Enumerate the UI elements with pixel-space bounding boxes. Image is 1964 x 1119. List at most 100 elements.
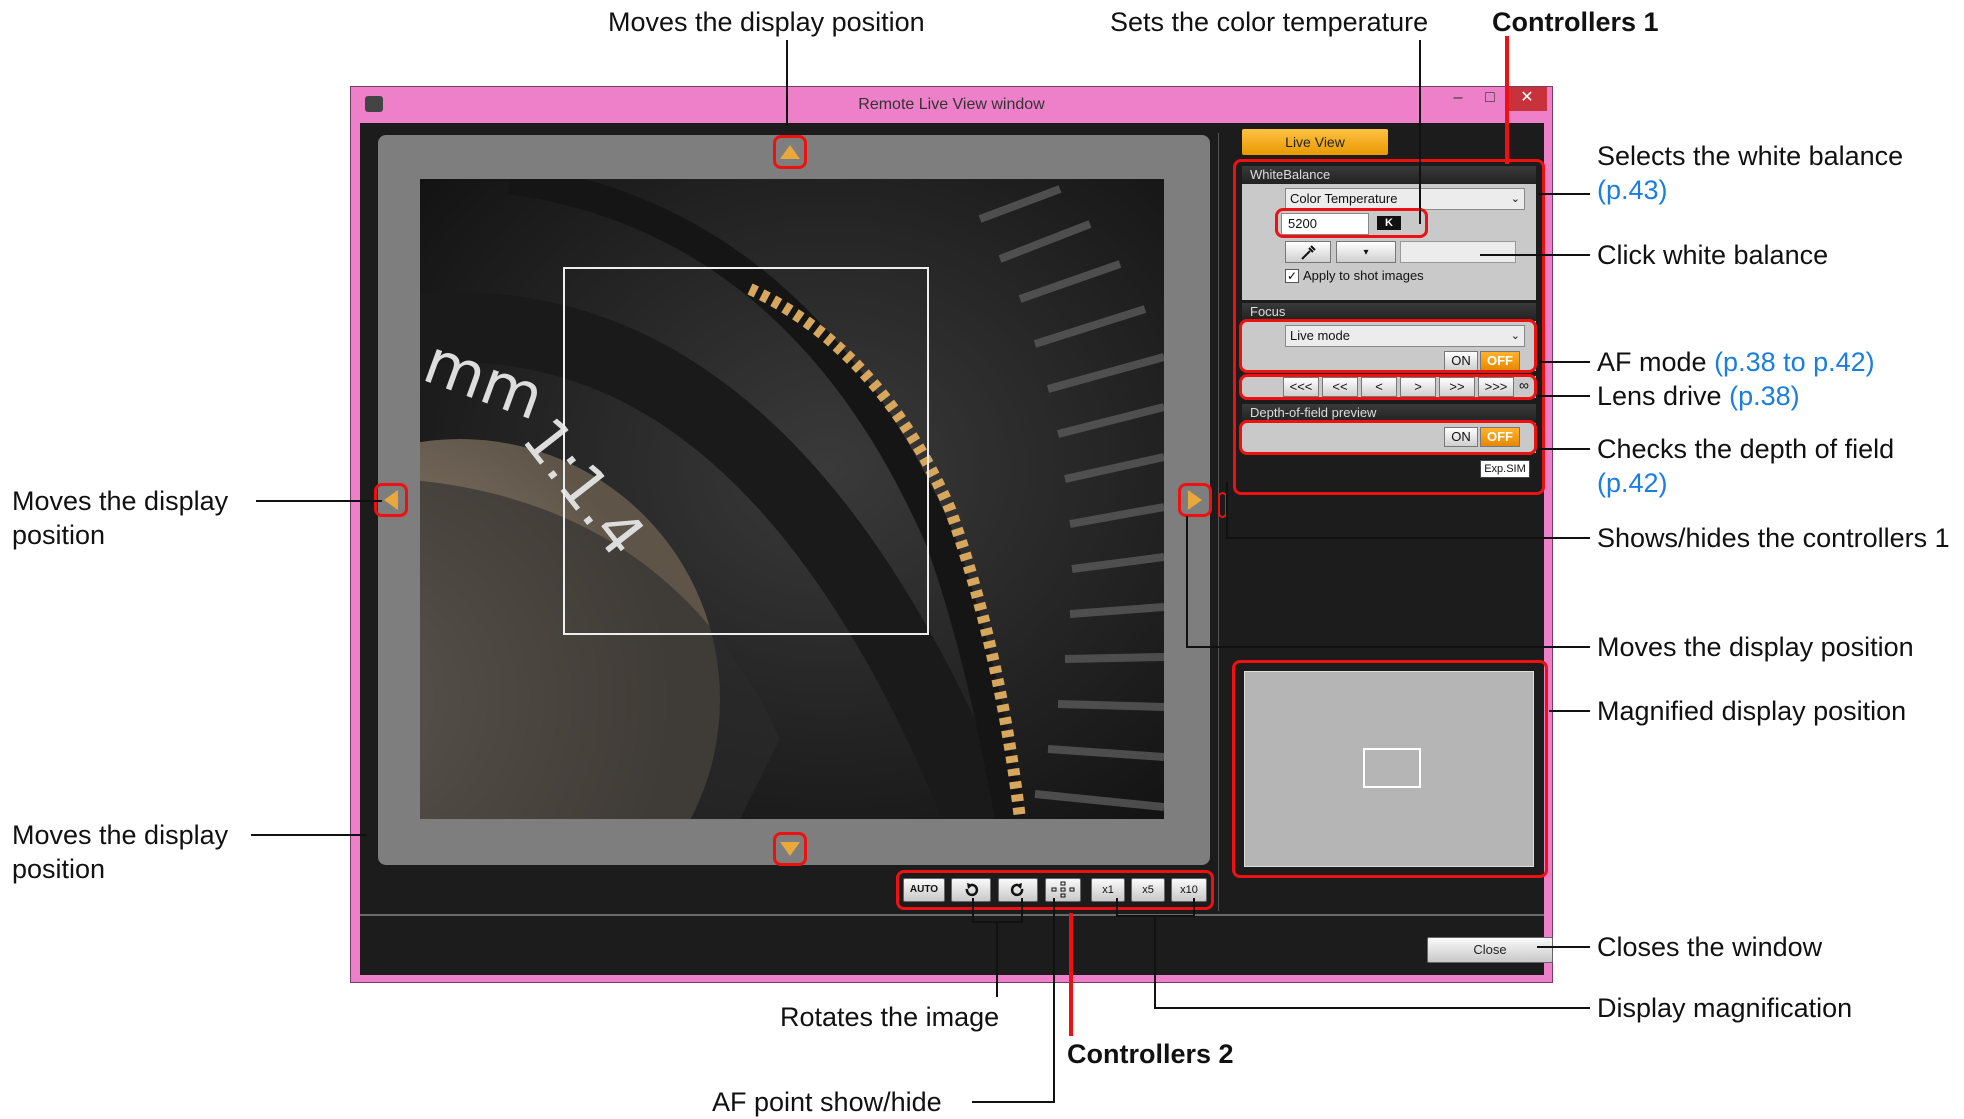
apply-label: Apply to shot images	[1303, 268, 1424, 283]
move-right-button[interactable]	[1178, 483, 1212, 517]
annotation-lens-drive: Lens drive (p.38)	[1597, 379, 1800, 413]
rotate-left-button[interactable]	[951, 878, 991, 902]
arrow-up-icon	[780, 145, 800, 159]
leader-bottom-left-display	[251, 834, 367, 836]
rotate-right-button[interactable]	[998, 878, 1038, 902]
window-title: Remote Live View window	[858, 96, 1045, 113]
annotation-bottom-left-display-1: Moves the display	[12, 820, 229, 850]
leader-controllers-2	[1069, 913, 1073, 1036]
leader-close	[1537, 946, 1590, 948]
rotate-right-icon	[1010, 883, 1024, 897]
footer-separator	[360, 914, 1544, 916]
leader-rotates-b	[1021, 898, 1023, 922]
leader-af-point-h	[972, 1101, 1055, 1103]
magnification-frame[interactable]	[563, 267, 929, 635]
navigator-preview[interactable]	[1244, 671, 1534, 867]
click-wb-dropdown[interactable]: ▾	[1336, 241, 1396, 263]
leader-dof	[1538, 448, 1590, 450]
auto-rotate-button[interactable]: AUTO	[903, 878, 945, 902]
annotation-white-balance-link[interactable]: (p.43)	[1597, 175, 1668, 205]
annotation-click-wb: Click white balance	[1597, 240, 1829, 270]
af-mode-highlight	[1239, 319, 1537, 373]
minimize-button[interactable]: –	[1443, 87, 1473, 111]
annotation-bottom-left-display-2: position	[12, 854, 106, 884]
annotation-rotates: Rotates the image	[780, 1002, 1000, 1032]
annotation-white-balance: Selects the white balance (p.43)	[1597, 139, 1903, 207]
auto-rotate-icon: AUTO	[909, 884, 939, 895]
leader-af-point-v	[1053, 898, 1055, 1102]
panel-divider	[1218, 133, 1219, 911]
leader-top-display	[786, 40, 788, 126]
leader-show-hide-v	[1226, 482, 1228, 538]
leader-show-hide-h	[1226, 537, 1590, 539]
title-bar: Remote Live View window – □ ✕	[351, 87, 1552, 123]
chevron-down-icon: ▾	[1363, 247, 1369, 258]
annotation-magnified: Magnified display position	[1597, 696, 1907, 726]
leader-af-mode	[1538, 361, 1590, 363]
leader-right-display-v	[1186, 516, 1188, 647]
leader-controllers-1	[1505, 36, 1509, 164]
close-button[interactable]: Close	[1427, 937, 1553, 963]
chevron-down-icon: ⌄	[1510, 193, 1520, 205]
live-view-tab[interactable]: Live View	[1242, 129, 1388, 155]
live-view-display[interactable]: mm 1:1.4	[374, 135, 1212, 866]
annotation-af-mode-link[interactable]: (p.38 to p.42)	[1714, 347, 1875, 377]
arrow-left-icon	[384, 490, 398, 510]
rotate-left-icon	[965, 883, 979, 897]
annotation-af-point: AF point show/hide	[712, 1087, 942, 1117]
eyedropper-icon	[1301, 245, 1316, 260]
annotation-top-display: Moves the display position	[608, 7, 925, 37]
leader-white-balance	[1538, 193, 1590, 195]
zoom-1x-button[interactable]: x1	[1091, 878, 1125, 902]
annotation-dof: Checks the depth of field (p.42)	[1597, 432, 1894, 500]
move-down-button[interactable]	[773, 832, 807, 866]
leader-right-display-h	[1186, 646, 1590, 648]
window-close-button[interactable]: ✕	[1507, 87, 1547, 111]
navigator-frame[interactable]	[1363, 748, 1421, 788]
annotation-closes: Closes the window	[1597, 932, 1823, 962]
leader-mag-d	[1154, 915, 1156, 1008]
move-up-button[interactable]	[773, 135, 807, 169]
leader-left-display	[256, 500, 382, 502]
annotation-af-mode: AF mode (p.38 to p.42)	[1597, 345, 1875, 379]
white-balance-select[interactable]: Color Temperature ⌄	[1285, 188, 1525, 210]
annotation-dof-link[interactable]: (p.42)	[1597, 468, 1668, 498]
annotation-lens-drive-text: Lens drive	[1597, 381, 1722, 411]
annotation-lens-drive-link[interactable]: (p.38)	[1729, 381, 1800, 411]
leader-rotates-d	[996, 921, 998, 997]
dof-highlight	[1239, 420, 1537, 455]
annotation-right-display: Moves the display position	[1597, 632, 1914, 662]
annotation-show-hide: Shows/hides the controllers 1	[1597, 523, 1950, 553]
leader-mag-e	[1154, 1007, 1590, 1009]
annotation-left-display: Moves the display position	[12, 484, 228, 552]
leader-color-temp	[1419, 40, 1421, 224]
eyedropper-button[interactable]	[1285, 241, 1331, 263]
annotation-bottom-left-display: Moves the display position	[12, 818, 228, 886]
annotation-af-mode-text: AF mode	[1597, 347, 1707, 377]
annotation-color-temp: Sets the color temperature	[1110, 7, 1429, 37]
arrow-down-icon	[780, 842, 800, 856]
leader-mag-a	[1116, 898, 1118, 916]
window-client-area: mm 1:1.4 Live View WhiteBalance Color Te…	[360, 123, 1553, 975]
annotation-left-display-2: position	[12, 520, 106, 550]
white-balance-select-value: Color Temperature	[1290, 191, 1398, 206]
leader-rotates-a	[972, 898, 974, 922]
af-point-toggle-button[interactable]	[1045, 878, 1081, 902]
annotation-controllers-1: Controllers 1	[1492, 7, 1659, 37]
zoom-5x-button[interactable]: x5	[1131, 878, 1165, 902]
maximize-button[interactable]: □	[1475, 87, 1505, 111]
annotation-left-display-1: Moves the display	[12, 486, 229, 516]
white-balance-header: WhiteBalance	[1242, 166, 1536, 184]
apply-checkbox[interactable]: ✓	[1285, 269, 1299, 283]
leader-magnified	[1549, 710, 1590, 712]
arrow-right-icon	[1188, 490, 1202, 510]
leader-click-wb	[1480, 254, 1590, 256]
annotation-dof-text: Checks the depth of field	[1597, 434, 1895, 464]
zoom-10x-button[interactable]: x10	[1171, 878, 1207, 902]
leader-mag-b	[1193, 898, 1195, 916]
annotation-white-balance-text: Selects the white balance	[1597, 141, 1904, 171]
remote-live-view-window: Remote Live View window – □ ✕ mm 1:1.4 L…	[350, 86, 1553, 983]
color-temp-highlight	[1275, 208, 1428, 238]
af-point-icon	[1051, 881, 1075, 898]
click-wb-swatch	[1400, 241, 1516, 263]
